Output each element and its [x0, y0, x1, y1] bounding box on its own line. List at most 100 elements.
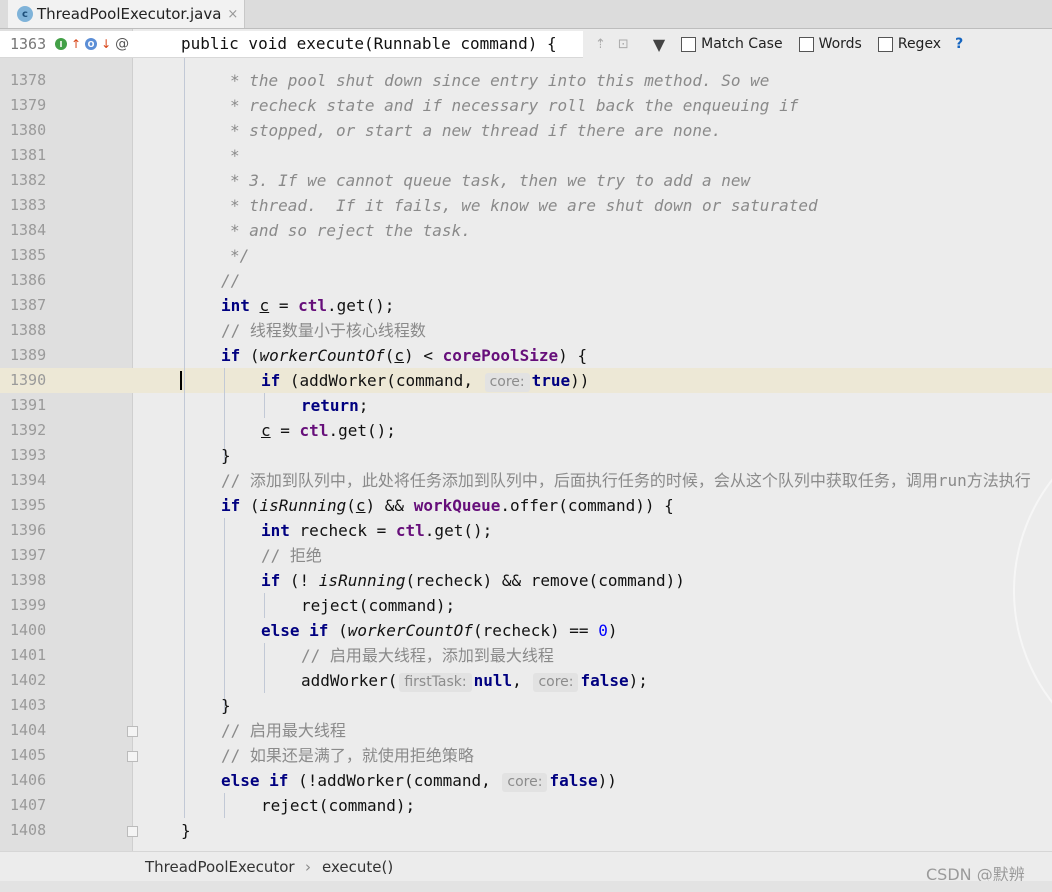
code-line: * stopped, or start a new thread if ther…	[230, 121, 722, 140]
line-number: 1403	[10, 696, 47, 714]
indent-guide	[264, 593, 265, 618]
line-number: 1378	[10, 71, 47, 89]
sticky-line-number: 1363	[10, 35, 47, 53]
line-number: 1383	[10, 196, 47, 214]
line-number: 1399	[10, 596, 47, 614]
line-number: 1379	[10, 96, 47, 114]
indent-guide	[224, 518, 225, 712]
filter-icon[interactable]: ▼	[653, 35, 665, 54]
code-line: * and so reject the task.	[230, 221, 471, 240]
line-number: 1380	[10, 121, 47, 139]
sticky-method-header[interactable]: 1363 I ↑ O ↓ @ public void execute(Runna…	[0, 31, 583, 58]
code-line: //	[221, 271, 241, 290]
breadcrumb: ThreadPoolExecutor › execute()	[0, 851, 1052, 882]
line-number: 1395	[10, 496, 47, 514]
line-number: 1391	[10, 396, 47, 414]
line-number: 1390	[10, 371, 47, 389]
overrides-icon[interactable]: O	[85, 38, 98, 50]
code-line: reject(command);	[261, 796, 416, 815]
parameter-hint: firstTask:	[399, 673, 472, 692]
words-checkbox[interactable]	[798, 36, 814, 52]
line-number: 1385	[10, 246, 47, 264]
sticky-code: public void execute(Runnable command) {	[181, 34, 557, 53]
editor-tab-bar: c ThreadPoolExecutor.java ×	[0, 0, 1052, 29]
close-icon[interactable]: ×	[227, 7, 238, 22]
arrow-up-icon: ↑	[71, 37, 82, 51]
prev-occurrence-icon[interactable]: ⇡	[595, 37, 606, 52]
match-case-option[interactable]: Match Case	[681, 36, 783, 52]
file-tab-label: ThreadPoolExecutor.java	[37, 5, 222, 23]
implements-icon[interactable]: I	[55, 38, 67, 50]
code-line: if (isRunning(c) && workQueue.offer(comm…	[221, 496, 674, 515]
code-line: c = ctl.get();	[261, 421, 396, 440]
line-number: 1387	[10, 296, 47, 314]
line-number: 1404	[10, 721, 47, 739]
fold-marker-icon[interactable]	[127, 726, 138, 737]
annotation-icon[interactable]: @	[115, 36, 129, 52]
code-line: else if (!addWorker(command, core: false)…	[221, 771, 617, 792]
indent-guide	[264, 643, 265, 693]
line-number: 1384	[10, 221, 47, 239]
line-number: 1396	[10, 521, 47, 539]
line-number: 1398	[10, 571, 47, 589]
code-line: int recheck = ctl.get();	[261, 521, 493, 540]
indent-guide	[184, 56, 185, 818]
line-number: 1392	[10, 421, 47, 439]
code-line: int c = ctl.get();	[221, 296, 395, 315]
line-number: 1406	[10, 771, 47, 789]
code-line: // 线程数量小于核心线程数	[221, 321, 426, 340]
text-caret	[180, 371, 182, 390]
line-number: 1402	[10, 671, 47, 689]
line-number: 1400	[10, 621, 47, 639]
breadcrumb-class[interactable]: ThreadPoolExecutor	[145, 858, 295, 876]
arrow-down-icon: ↓	[101, 37, 112, 51]
line-number: 1388	[10, 321, 47, 339]
code-line: // 如果还是满了，就使用拒绝策略	[221, 746, 474, 765]
code-line: }	[181, 821, 191, 840]
code-line: if (workerCountOf(c) < corePoolSize) {	[221, 346, 588, 365]
file-tab[interactable]: c ThreadPoolExecutor.java ×	[8, 0, 245, 28]
code-line: * recheck state and if necessary roll ba…	[230, 96, 799, 115]
regex-checkbox[interactable]	[877, 36, 893, 52]
select-all-icon[interactable]: ⊡	[618, 37, 629, 52]
code-line: addWorker(firstTask: null, core: false);	[301, 671, 648, 692]
regex-option[interactable]: Regex	[877, 36, 941, 52]
code-line: */	[230, 246, 250, 265]
code-line: * 3. If we cannot queue task, then we tr…	[230, 171, 751, 190]
code-line: // 启用最大线程，添加到最大线程	[301, 646, 554, 665]
code-line: // 启用最大线程	[221, 721, 346, 740]
code-line: if (addWorker(command, core: true))	[261, 371, 590, 392]
line-number: 1405	[10, 746, 47, 764]
class-icon: c	[17, 6, 33, 22]
line-number: 1394	[10, 471, 47, 489]
indent-guide	[264, 393, 265, 418]
line-number: 1389	[10, 346, 47, 364]
words-option[interactable]: Words	[798, 36, 862, 52]
line-number: 1408	[10, 821, 47, 839]
code-line: }	[221, 696, 231, 715]
fold-marker-icon[interactable]	[127, 751, 138, 762]
code-line: return;	[301, 396, 369, 415]
line-number: 1386	[10, 271, 47, 289]
help-icon[interactable]: ?	[955, 36, 963, 52]
line-number: 1407	[10, 796, 47, 814]
background-decoration	[1013, 409, 1052, 773]
code-line: // 拒绝	[261, 546, 322, 565]
line-number: 1382	[10, 171, 47, 189]
parameter-hint: core:	[502, 773, 548, 792]
parameter-hint: core:	[484, 373, 530, 392]
code-line: // 添加到队列中，此处将任务添加到队列中，后面执行任务的时候，会从这个队列中获…	[221, 471, 1031, 490]
match-case-checkbox[interactable]	[681, 36, 697, 52]
code-line: * the pool shut down since entry into th…	[230, 71, 770, 90]
parameter-hint: core:	[533, 673, 579, 692]
line-number: 1397	[10, 546, 47, 564]
code-line: reject(command);	[301, 596, 456, 615]
line-number: 1393	[10, 446, 47, 464]
breadcrumb-method[interactable]: execute()	[322, 858, 393, 876]
fold-marker-icon[interactable]	[127, 826, 138, 837]
code-line: *	[230, 146, 240, 165]
indent-guide	[224, 793, 225, 818]
code-line: }	[221, 446, 231, 465]
code-line: * thread. If it fails, we know we are sh…	[230, 196, 818, 215]
search-options-bar: ⇡ ⊡ ▼ Match Case Words Regex ?	[583, 31, 1052, 57]
